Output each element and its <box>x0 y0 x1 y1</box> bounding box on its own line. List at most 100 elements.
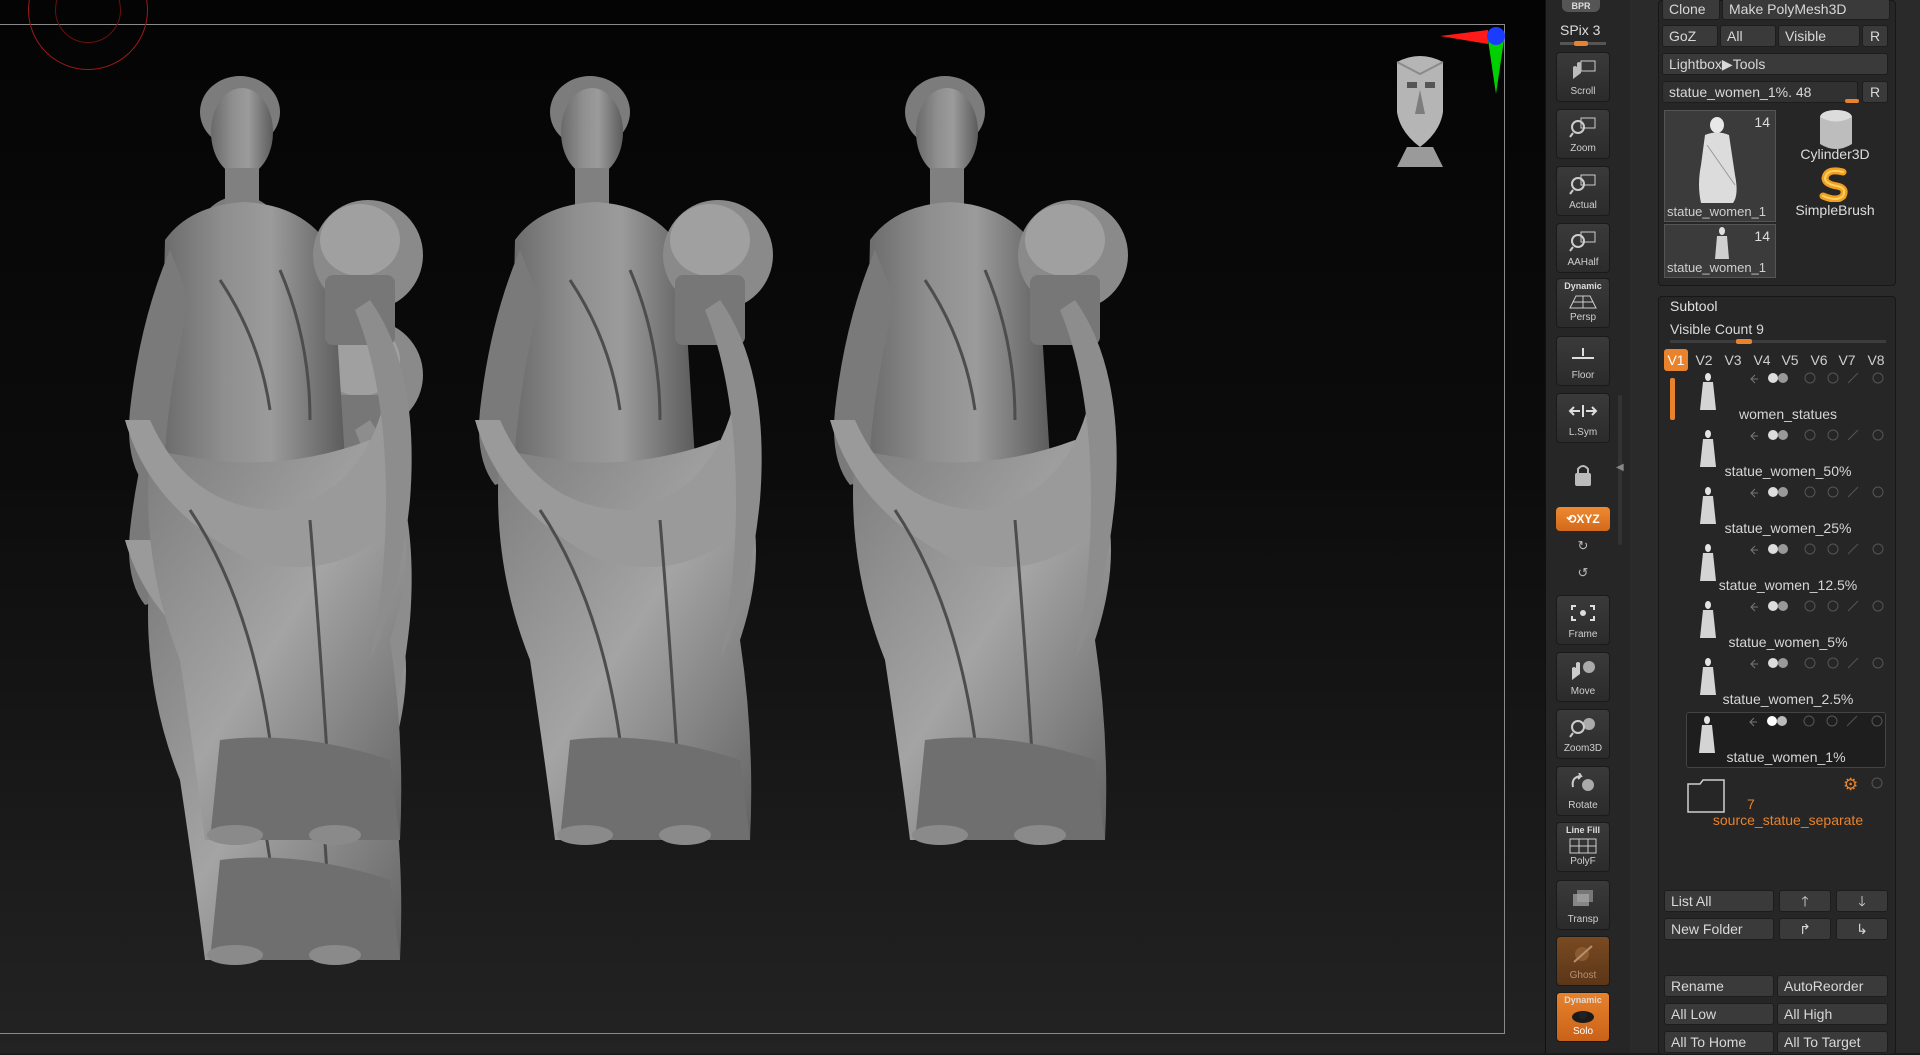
spix-slider[interactable] <box>1560 41 1606 46</box>
move-to-folder-button[interactable]: ↱ <box>1779 918 1831 940</box>
right-shelf: BPR SPix 3 Scroll Zoom Actual AAHalf Dyn… <box>1545 0 1631 1053</box>
simplebrush-icon <box>1819 167 1848 202</box>
persp-button[interactable]: Dynamic Persp <box>1556 278 1610 328</box>
rotate-z-icon[interactable]: ↺ <box>1575 565 1591 581</box>
line-fill-label: Line Fill <box>1565 825 1600 835</box>
lsym-button[interactable]: L.Sym <box>1556 393 1610 443</box>
all-button[interactable]: All <box>1720 25 1776 47</box>
subtool-folder[interactable] <box>1686 778 1726 814</box>
visible-count-knob[interactable] <box>1736 339 1752 344</box>
visible-count-track[interactable] <box>1670 340 1886 343</box>
frame-label: Frame <box>1568 629 1598 640</box>
tab-v4[interactable]: V4 <box>1750 349 1774 371</box>
subtool-item-selected[interactable]: statue_women_1% <box>1686 712 1886 768</box>
tool-slider-knob[interactable] <box>1845 99 1859 103</box>
arrow-down-icon: 🡓 <box>1858 893 1866 909</box>
list-all-button[interactable]: List All <box>1664 890 1774 912</box>
move-down-button[interactable]: 🡓 <box>1836 890 1888 912</box>
autoreorder-button[interactable]: AutoReorder <box>1777 975 1888 997</box>
floor-label: Floor <box>1571 370 1595 381</box>
make-polymesh3d-button[interactable]: Make PolyMesh3D <box>1722 0 1890 20</box>
clone-button[interactable]: Clone <box>1662 0 1720 20</box>
cylinder3d-tool[interactable]: Cylinder3D <box>1780 108 1890 168</box>
ghost-button[interactable]: Ghost <box>1556 936 1610 986</box>
subtool-scrollbar[interactable] <box>1670 378 1675 420</box>
transp-button[interactable]: Transp <box>1556 880 1610 930</box>
rotate-button[interactable]: Rotate <box>1556 766 1610 816</box>
subtool-item[interactable]: women_statues <box>1688 370 1888 426</box>
lock-button[interactable] <box>1556 452 1610 502</box>
move-button[interactable]: Move <box>1556 652 1610 702</box>
tool-thumb-statue-2[interactable]: 14 statue_women_1 <box>1664 224 1776 278</box>
solo-label: Solo <box>1572 1026 1593 1037</box>
subtool-visibility-icons[interactable] <box>1748 428 1888 442</box>
axis-gizmo-icon[interactable] <box>1432 22 1512 102</box>
subtool-item[interactable]: statue_women_5% <box>1688 598 1888 654</box>
subtool-name: statue_women_1% <box>1726 749 1846 765</box>
frame-button[interactable]: Frame <box>1556 595 1610 645</box>
transparency-icon <box>1570 881 1596 914</box>
goz-button[interactable]: GoZ <box>1662 25 1718 47</box>
subtool-item[interactable]: statue_women_25% <box>1688 484 1888 540</box>
tab-v2[interactable]: V2 <box>1692 349 1716 371</box>
thumb-caption: statue_women_1 <box>1667 204 1767 219</box>
subtool-title[interactable]: Subtool <box>1670 298 1717 314</box>
statue-thumb-icon <box>1699 117 1737 203</box>
all-low-button[interactable]: All Low <box>1664 1003 1774 1025</box>
zoom-button[interactable]: Zoom <box>1556 109 1610 159</box>
visible-button[interactable]: Visible <box>1778 25 1860 47</box>
grid-icon <box>1568 291 1598 312</box>
subtool-visibility-icons[interactable] <box>1748 371 1888 385</box>
tab-v7[interactable]: V7 <box>1835 349 1859 371</box>
tab-v5[interactable]: V5 <box>1778 349 1802 371</box>
goz-r-button[interactable]: R <box>1862 25 1888 47</box>
simplebrush-tool[interactable]: SimpleBrush <box>1780 166 1890 226</box>
scroll-button[interactable]: Scroll <box>1556 52 1610 102</box>
actual-button[interactable]: Actual <box>1556 166 1610 216</box>
collapse-arrow-icon[interactable]: ◀ <box>1616 462 1624 473</box>
subtool-visibility-icons[interactable] <box>1748 656 1888 670</box>
zoom3d-button[interactable]: Zoom3D <box>1556 709 1610 759</box>
floor-button[interactable]: Floor <box>1556 336 1610 386</box>
xyz-rotate-button[interactable]: ⟲ XYZ <box>1556 507 1610 531</box>
spix-slider-label[interactable]: SPix 3 <box>1560 22 1600 38</box>
lightbox-tools-button[interactable]: Lightbox▶Tools <box>1662 53 1888 75</box>
magnifier-icon <box>1569 167 1597 200</box>
new-folder-button[interactable]: New Folder <box>1664 918 1774 940</box>
polyf-button[interactable]: Line Fill PolyF <box>1556 822 1610 872</box>
folder-eye-icon[interactable] <box>1870 776 1884 790</box>
arrow-up-icon: 🡑 <box>1801 893 1809 909</box>
all-high-button[interactable]: All High <box>1777 1003 1888 1025</box>
rename-button[interactable]: Rename <box>1664 975 1774 997</box>
subtool-visibility-icons[interactable] <box>1747 714 1887 728</box>
arrow-redirect-icon: ↱ <box>1799 921 1811 937</box>
tab-v3[interactable]: V3 <box>1721 349 1745 371</box>
subtool-visibility-icons[interactable] <box>1748 485 1888 499</box>
move-up-button[interactable]: 🡑 <box>1779 890 1831 912</box>
ghost-label: Ghost <box>1569 970 1597 981</box>
tab-v6[interactable]: V6 <box>1807 349 1831 371</box>
subtool-item[interactable]: statue_women_12.5% <box>1688 541 1888 597</box>
subtool-visibility-icons[interactable] <box>1748 542 1888 556</box>
aahalf-button[interactable]: AAHalf <box>1556 223 1610 273</box>
visible-count-slider[interactable]: Visible Count 9 <box>1670 321 1764 337</box>
solo-button[interactable]: Dynamic Solo <box>1556 992 1610 1042</box>
current-tool-slider[interactable]: statue_women_1%. 48 <box>1662 81 1858 103</box>
move-out-folder-button[interactable]: ↳ <box>1836 918 1888 940</box>
tab-v8[interactable]: V8 <box>1864 349 1888 371</box>
tab-v1[interactable]: V1 <box>1664 349 1688 371</box>
subtool-item[interactable]: statue_women_2.5% <box>1688 655 1888 711</box>
floor-icon <box>1569 337 1597 370</box>
tool-r-button[interactable]: R <box>1862 81 1888 103</box>
bpr-button[interactable]: BPR <box>1562 0 1600 12</box>
3d-viewport[interactable] <box>0 0 1545 1053</box>
all-to-target-button[interactable]: All To Target <box>1777 1031 1888 1053</box>
subtool-item[interactable]: statue_women_50% <box>1688 427 1888 483</box>
all-to-home-button[interactable]: All To Home <box>1664 1031 1774 1053</box>
folder-gear-icon[interactable]: ⚙ <box>1843 775 1858 795</box>
folder-name[interactable]: source_statue_separate <box>1650 812 1920 828</box>
subtool-visibility-icons[interactable] <box>1748 599 1888 613</box>
tool-thumb-statue-1[interactable]: 14 statue_women_1 <box>1664 110 1776 222</box>
symmetry-icon <box>1568 394 1598 427</box>
rotate-y-icon[interactable]: ↻ <box>1575 538 1591 554</box>
